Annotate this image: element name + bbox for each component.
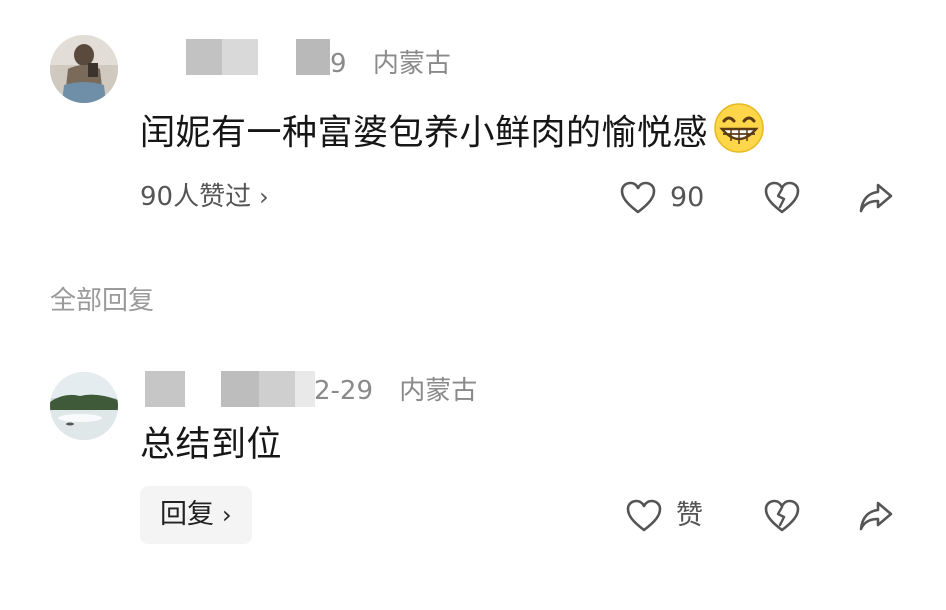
reply-text: 总结到位 xyxy=(140,425,283,465)
broken-heart-icon xyxy=(764,181,800,214)
reply-like-label: 赞 xyxy=(676,500,703,531)
share-arrow-icon xyxy=(859,501,893,531)
reply-like-button[interactable]: 赞 xyxy=(626,498,703,534)
likes-list-link[interactable]: 90人赞过 › xyxy=(140,179,269,215)
likes-list-label: 90人赞过 xyxy=(140,182,252,212)
reply-button-label: 回复 xyxy=(160,499,214,530)
reply-meta: 2-29 内蒙古 xyxy=(314,373,477,409)
comment-location: 内蒙古 xyxy=(372,49,451,79)
comment-text: 闰妮有一种富婆包养小鲜肉的愉悦感 xyxy=(140,103,766,166)
share-arrow-icon xyxy=(859,183,893,213)
reply-share-button[interactable] xyxy=(858,499,894,533)
comment-date-fragment: 9 xyxy=(330,49,347,79)
broken-heart-icon xyxy=(764,499,800,532)
commenter-avatar[interactable] xyxy=(50,35,118,103)
reply-button[interactable]: 回复 › xyxy=(140,486,252,544)
replier-name-redacted xyxy=(145,371,315,407)
chevron-right-icon: › xyxy=(259,183,269,211)
like-count: 90 xyxy=(670,182,705,213)
reply-dislike-button[interactable] xyxy=(764,499,800,533)
share-button[interactable] xyxy=(858,181,894,215)
comment-body: 闰妮有一种富婆包养小鲜肉的愉悦感 xyxy=(140,113,709,154)
all-replies-label: 全部回复 xyxy=(50,286,155,316)
reply-location: 内蒙古 xyxy=(399,376,478,406)
reply-date-fragment: 2-29 xyxy=(314,376,374,406)
grinning-face-emoji xyxy=(712,103,766,166)
like-button[interactable]: 90 xyxy=(620,180,704,216)
commenter-name-redacted xyxy=(186,39,330,75)
comment-meta: 9 内蒙古 xyxy=(330,46,451,82)
heart-icon xyxy=(620,181,656,214)
replier-avatar[interactable] xyxy=(50,372,118,440)
heart-icon xyxy=(626,499,662,532)
dislike-button[interactable] xyxy=(764,181,800,215)
chevron-right-icon: › xyxy=(222,501,232,529)
